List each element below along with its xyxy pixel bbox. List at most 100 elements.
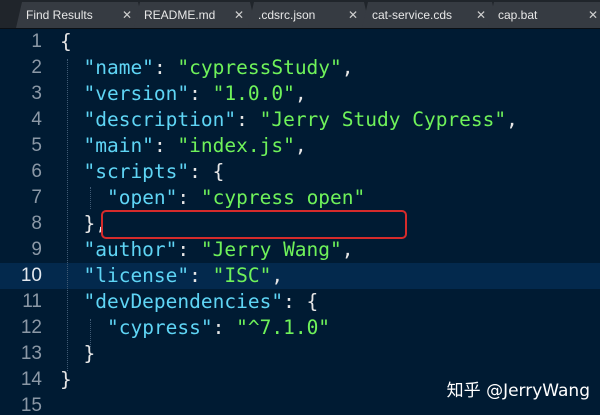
- tab-label: Find Results: [26, 8, 93, 22]
- code-text: }: [60, 367, 72, 393]
- code-line[interactable]: 4 "description": "Jerry Study Cypress",: [0, 107, 600, 133]
- tab-label: .cdsrc.json: [258, 8, 316, 22]
- code-text: {: [60, 29, 72, 55]
- close-icon[interactable]: ✕: [122, 2, 132, 28]
- json-key: "devDependencies": [83, 290, 284, 313]
- json-key: "version": [83, 82, 190, 105]
- code-text: "cypress": "^7.1.0": [60, 315, 330, 341]
- punctuation: : {: [283, 290, 319, 313]
- punctuation: :: [153, 134, 178, 157]
- line-number: 7: [31, 187, 42, 208]
- code-line[interactable]: 6 "scripts": {: [0, 159, 600, 185]
- json-string: "1.0.0": [212, 82, 295, 105]
- tab-readme[interactable]: README.md ✕: [134, 2, 256, 28]
- json-string: "Jerry Study Cypress": [259, 108, 507, 131]
- code-text: "scripts": {: [60, 159, 224, 185]
- punctuation: [60, 56, 83, 79]
- code-text: "main": "index.js",: [60, 133, 306, 159]
- punctuation: :: [189, 82, 213, 105]
- punctuation: [60, 134, 83, 157]
- json-string: "Jerry Wang": [200, 238, 342, 261]
- json-key: "cypress": [106, 316, 213, 339]
- punctuation: :: [236, 108, 260, 131]
- line-number: 2: [31, 57, 42, 78]
- json-string: "ISC": [212, 264, 272, 287]
- punctuation: :: [153, 56, 178, 79]
- close-icon[interactable]: ✕: [234, 2, 244, 28]
- json-string: "^7.1.0": [236, 316, 331, 339]
- line-number: 4: [31, 109, 42, 130]
- code-line[interactable]: 1{: [0, 29, 600, 55]
- tab-cap-bat[interactable]: cap.bat ✕: [488, 2, 600, 28]
- line-number: 3: [31, 83, 42, 104]
- punctuation: : {: [189, 160, 225, 183]
- tab-cat-service[interactable]: cat-service.cds ✕: [362, 2, 498, 28]
- code-line[interactable]: 11 "devDependencies": {: [0, 289, 600, 315]
- indent-guide: [67, 59, 68, 371]
- punctuation: ,: [294, 82, 307, 105]
- punctuation: ,: [271, 264, 284, 287]
- json-key: "author": [83, 238, 178, 261]
- code-text: "open": "cypress open": [60, 185, 365, 211]
- line-number: 5: [31, 135, 42, 156]
- indent-guide: [90, 187, 91, 209]
- tab-label: README.md: [144, 8, 216, 22]
- punctuation: :: [177, 186, 201, 209]
- tab-label: cap.bat: [498, 8, 538, 22]
- punctuation: ,: [341, 56, 354, 79]
- line-number: 11: [22, 291, 42, 312]
- code-text: "author": "Jerry Wang",: [60, 237, 354, 263]
- json-string: "cypressStudy": [177, 56, 342, 79]
- line-number: 9: [31, 239, 42, 260]
- line-number: 8: [31, 213, 42, 234]
- tab-cdsrc[interactable]: .cdsrc.json ✕: [248, 2, 370, 28]
- line-number: 15: [20, 395, 42, 415]
- json-key: "scripts": [83, 160, 190, 183]
- line-number: 14: [20, 369, 42, 390]
- tab-find-results[interactable]: Find Results ✕: [16, 2, 144, 28]
- punctuation: }: [60, 368, 72, 391]
- punctuation: [60, 290, 83, 313]
- close-icon[interactable]: ✕: [476, 2, 486, 28]
- line-number: 1: [31, 31, 42, 52]
- code-text: "devDependencies": {: [60, 289, 318, 315]
- punctuation: [60, 160, 83, 183]
- json-key: "open": [106, 186, 178, 209]
- indent-guide: [90, 319, 91, 347]
- json-string: "cypress open": [200, 186, 366, 209]
- punctuation: :: [177, 238, 201, 261]
- line-number: 12: [20, 317, 42, 338]
- code-line[interactable]: 10 "license": "ISC",: [0, 263, 600, 289]
- tab-bar: Find Results ✕ README.md ✕ .cdsrc.json ✕…: [0, 0, 600, 29]
- code-line[interactable]: 5 "main": "index.js",: [0, 133, 600, 159]
- json-key: "license": [83, 264, 190, 287]
- punctuation: :: [212, 316, 237, 339]
- json-key: "description": [83, 108, 237, 131]
- json-string: "index.js": [177, 134, 295, 157]
- line-number: 6: [31, 161, 42, 182]
- punctuation: ,: [506, 108, 518, 131]
- code-text: "description": "Jerry Study Cypress",: [60, 107, 518, 133]
- punctuation: [60, 82, 83, 105]
- editor-window: Find Results ✕ README.md ✕ .cdsrc.json ✕…: [0, 0, 600, 415]
- code-editor[interactable]: 15 14} 13 } 12 "cypress": "^7.1.0" 11 "devDe…: [0, 29, 600, 415]
- punctuation: [60, 108, 83, 131]
- punctuation: {: [60, 30, 72, 53]
- code-line[interactable]: 3 "version": "1.0.0",: [0, 81, 600, 107]
- json-key: "name": [83, 56, 154, 79]
- code-line[interactable]: 9 "author": "Jerry Wang",: [0, 237, 600, 263]
- close-icon[interactable]: ✕: [588, 2, 598, 28]
- tab-label: cat-service.cds: [372, 8, 453, 22]
- code-text: "license": "ISC",: [60, 263, 283, 289]
- code-line[interactable]: 2 "name": "cypressStudy",: [0, 55, 600, 81]
- code-text: "version": "1.0.0",: [60, 81, 307, 107]
- close-icon[interactable]: ✕: [348, 2, 358, 28]
- punctuation: [60, 238, 83, 261]
- line-number: 10: [20, 265, 42, 286]
- line-number: 13: [20, 343, 42, 364]
- watermark: 知乎 @JerryWang: [446, 381, 590, 401]
- punctuation: :: [189, 264, 213, 287]
- json-key: "main": [83, 134, 154, 157]
- punctuation: ,: [341, 238, 354, 261]
- highlight-box: [101, 210, 407, 239]
